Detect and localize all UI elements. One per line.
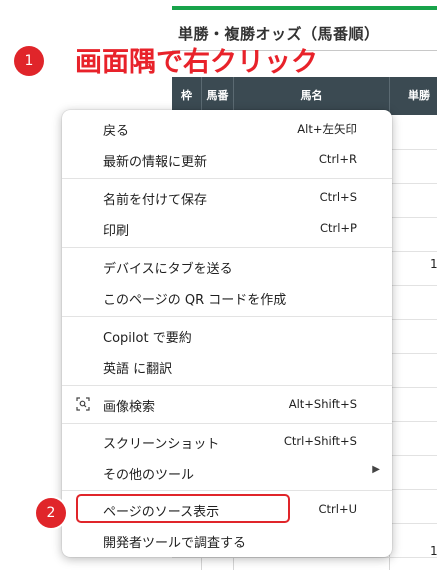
menu-separator xyxy=(62,423,392,424)
menu-item-qr-code[interactable]: このページの QR コードを作成 xyxy=(62,282,392,312)
image-search-icon xyxy=(76,397,90,411)
menu-item-label: このページの QR コードを作成 xyxy=(103,293,287,308)
menu-item-more-tools[interactable]: その他のツール ▶ xyxy=(62,457,392,487)
menu-separator xyxy=(62,490,392,491)
menu-item-print[interactable]: 印刷 Ctrl+P xyxy=(62,213,392,243)
menu-item-shortcut: Ctrl+R xyxy=(318,152,357,166)
menu-item-copilot-summary[interactable]: Copilot で要約 xyxy=(62,320,392,350)
menu-item-devtools[interactable]: 開発者ツールで調査する xyxy=(62,525,392,555)
menu-item-label: 名前を付けて保存 xyxy=(103,193,208,208)
menu-item-label: 戻る xyxy=(103,124,130,139)
menu-item-image-search[interactable]: 画像検索 Alt+Shift+S xyxy=(62,389,392,419)
menu-item-shortcut: Alt+Shift+S xyxy=(288,397,357,411)
chevron-right-icon: ▶ xyxy=(372,464,380,475)
menu-item-label: デバイスにタブを送る xyxy=(103,262,233,277)
menu-item-label: 画像検索 xyxy=(103,400,156,415)
menu-item-reload[interactable]: 最新の情報に更新 Ctrl+R xyxy=(62,144,392,174)
menu-separator xyxy=(62,178,392,179)
menu-item-translate[interactable]: 英語 に翻訳 xyxy=(62,351,392,381)
context-menu: 戻る Alt+左矢印 最新の情報に更新 Ctrl+R 名前を付けて保存 Ctrl… xyxy=(62,110,392,557)
menu-item-save-as[interactable]: 名前を付けて保存 Ctrl+S xyxy=(62,182,392,212)
menu-item-label: その他のツール xyxy=(103,468,195,483)
win-odds-cell: 1 xyxy=(430,257,437,271)
menu-item-label: スクリーンショット xyxy=(103,437,220,452)
menu-item-screenshot[interactable]: スクリーンショット Ctrl+Shift+S xyxy=(62,426,392,456)
page-accent-bar xyxy=(172,6,437,10)
menu-item-send-tab[interactable]: デバイスにタブを送る xyxy=(62,251,392,281)
menu-separator xyxy=(62,316,392,317)
menu-item-shortcut: Ctrl+U xyxy=(318,502,357,516)
menu-item-shortcut: Ctrl+Shift+S xyxy=(283,434,357,448)
menu-item-shortcut: Alt+左矢印 xyxy=(297,122,357,136)
menu-item-label: 開発者ツールで調査する xyxy=(103,536,247,551)
menu-separator xyxy=(62,385,392,386)
step2-badge: 2 xyxy=(36,498,66,528)
menu-item-back[interactable]: 戻る Alt+左矢印 xyxy=(62,113,392,143)
menu-separator xyxy=(62,247,392,248)
menu-item-label: Copilot で要約 xyxy=(103,331,192,346)
step1-instruction: 画面隅で右クリック xyxy=(75,47,318,78)
menu-item-shortcut: Ctrl+P xyxy=(319,221,357,235)
menu-item-shortcut: Ctrl+S xyxy=(319,190,357,204)
win-odds-cell: 1 xyxy=(430,544,437,558)
row-divider xyxy=(172,557,437,558)
menu-item-label: 印刷 xyxy=(103,224,130,239)
header-win-odds: 単勝 xyxy=(408,89,430,102)
menu-item-label: 英語 に翻訳 xyxy=(103,362,173,377)
view-source-highlight xyxy=(76,494,290,523)
step1-badge: 1 xyxy=(14,46,44,76)
menu-item-label: 最新の情報に更新 xyxy=(103,155,208,170)
header-divider xyxy=(389,77,390,115)
